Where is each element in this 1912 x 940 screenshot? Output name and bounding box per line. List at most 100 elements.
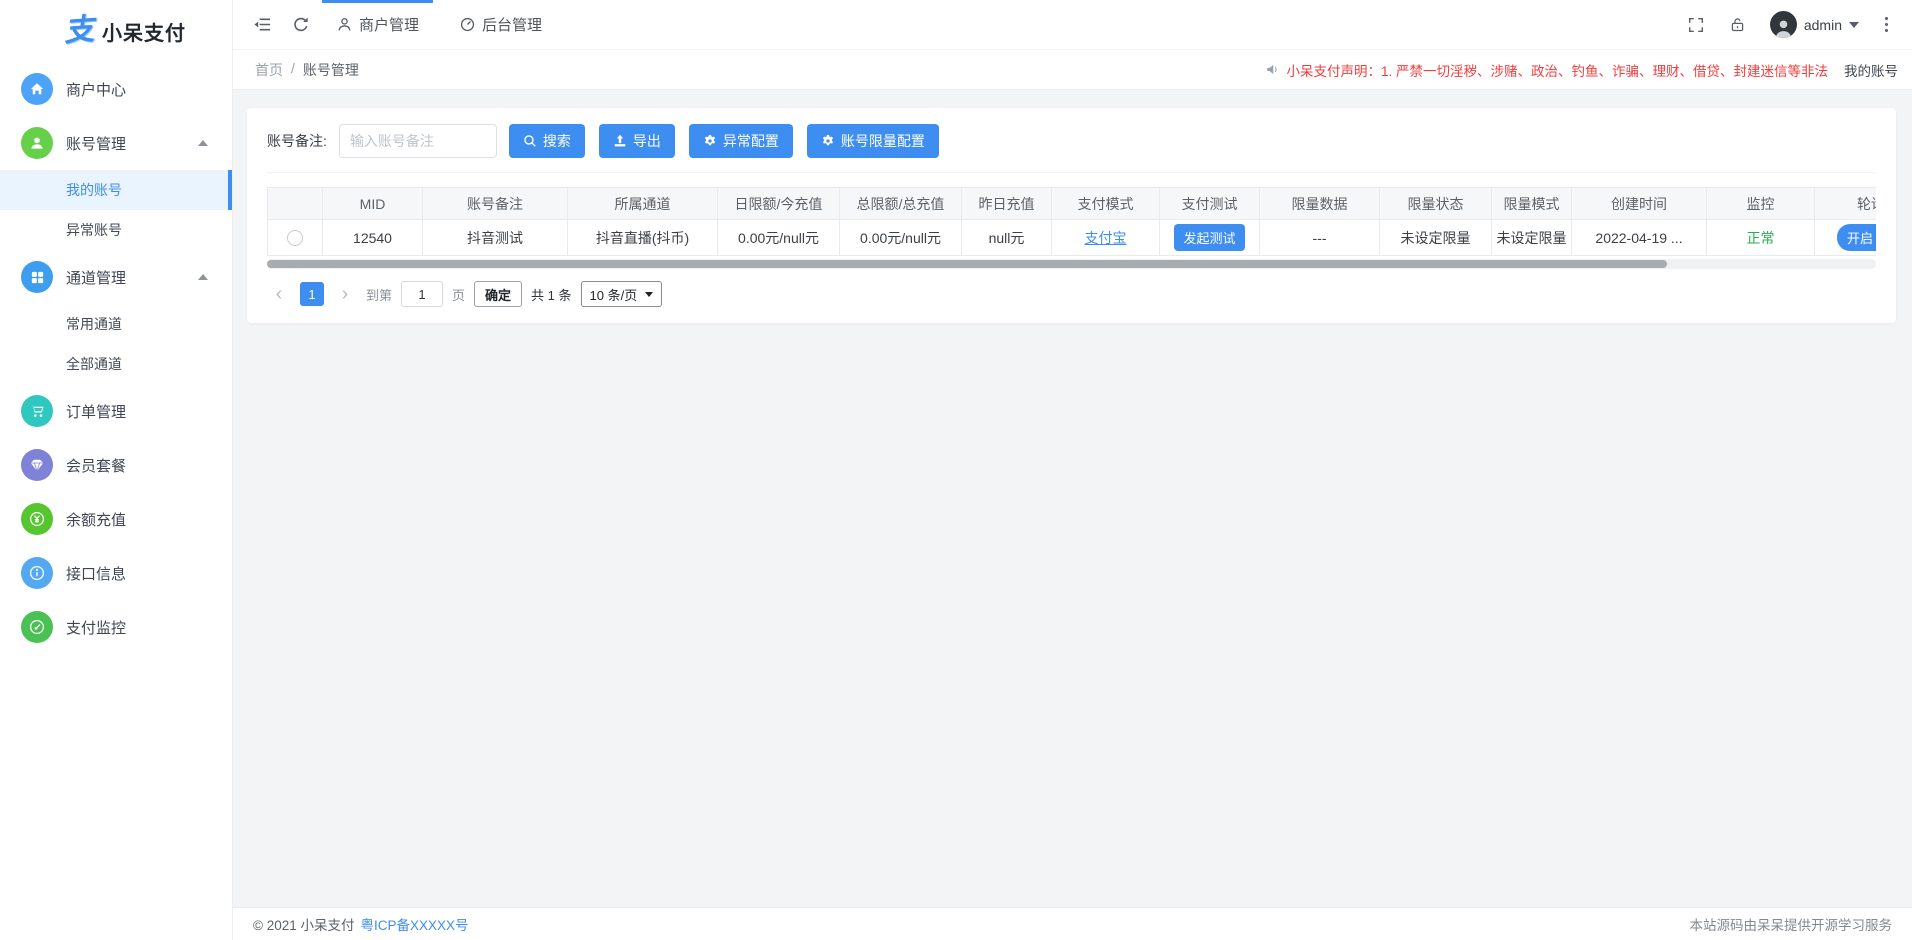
sidebar-item-label: 账号管理: [66, 133, 126, 154]
confirm-page-button[interactable]: 确定: [474, 281, 522, 307]
next-page-button[interactable]: ›: [333, 282, 357, 306]
announcement: 小呆支付声明：1. 严禁一切淫秽、涉赌、政治、钓鱼、诈骗、理财、借贷、封建迷信等…: [1265, 60, 1828, 80]
scrollbar-thumb[interactable]: [267, 260, 1667, 268]
tab-backend-admin[interactable]: 后台管理: [445, 0, 556, 50]
sidebar-item-label: 支付监控: [66, 617, 126, 638]
accounts-table: MID 账号备注 所属通道 日限额/今充值 总限额/总充值 昨日充值 支付模式 …: [267, 187, 1876, 256]
avatar: [1770, 11, 1797, 38]
person-icon: [336, 16, 353, 33]
megaphone-icon: [1265, 62, 1280, 77]
abnormal-config-button[interactable]: 异常配置: [689, 124, 793, 158]
app-title: 小呆支付: [102, 17, 186, 46]
pay-test-button[interactable]: 发起测试: [1174, 224, 1244, 251]
info-icon: [21, 557, 53, 589]
goto-prefix-label: 到第: [366, 285, 392, 304]
tab-label: 商户管理: [359, 14, 419, 35]
col-pay-mode: 支付模式: [1052, 188, 1160, 220]
col-total-limit: 总限额/总充值: [840, 188, 962, 220]
col-created: 创建时间: [1572, 188, 1707, 220]
logo-icon: 支: [63, 15, 95, 47]
sidebar-item-all-channels[interactable]: 全部通道: [0, 344, 232, 384]
cart-icon: [21, 395, 53, 427]
toggle-label: 开启: [1847, 228, 1873, 247]
sidebar-item-member-packages[interactable]: 会员套餐: [0, 438, 232, 492]
user-menu[interactable]: admin: [1770, 11, 1859, 38]
button-label: 账号限量配置: [841, 131, 925, 151]
cell-yesterday: null元: [962, 220, 1052, 256]
cell-limit-data: ---: [1260, 220, 1380, 256]
chevron-up-icon: [198, 274, 208, 280]
gem-icon: [21, 449, 53, 481]
chevron-down-icon: [645, 292, 653, 297]
cell-remark: 抖音测试: [423, 220, 568, 256]
accounts-table-wrapper: MID 账号备注 所属通道 日限额/今充值 总限额/总充值 昨日充值 支付模式 …: [267, 187, 1876, 269]
sidebar-item-channel-mgmt[interactable]: 通道管理: [0, 250, 232, 304]
sidebar-item-merchant-center[interactable]: 商户中心: [0, 62, 232, 116]
footer-note: 本站源码由呆呆提供开源学习服务: [1690, 914, 1893, 934]
export-icon: [613, 134, 627, 148]
sidebar-item-label: 通道管理: [66, 267, 126, 288]
account-limit-config-button[interactable]: 账号限量配置: [807, 124, 939, 158]
breadcrumb: 首页 / 账号管理: [255, 60, 359, 80]
sidebar-item-my-accounts[interactable]: 我的账号: [0, 170, 232, 210]
sidebar-item-abnormal-accounts[interactable]: 异常账号: [0, 210, 232, 250]
search-button[interactable]: 搜索: [509, 124, 585, 158]
col-remark: 账号备注: [423, 188, 568, 220]
filter-row: 账号备注: 搜索 导出 异常配置 账号限量配置: [267, 124, 1876, 173]
footer: © 2021 小呆支付 粤ICP备XXXXX号 本站源码由呆呆提供开源学习服务: [233, 907, 1912, 940]
channels-icon: [21, 261, 53, 293]
cell-total: 0.00元/null元: [840, 220, 962, 256]
search-icon: [523, 134, 537, 148]
col-limit-mode: 限量模式: [1492, 188, 1572, 220]
sidebar-item-order-mgmt[interactable]: 订单管理: [0, 384, 232, 438]
cell-mid: 12540: [323, 220, 423, 256]
button-label: 异常配置: [723, 131, 779, 151]
sidebar-subitem-label: 全部通道: [66, 354, 122, 374]
collapse-sidebar-icon[interactable]: [253, 15, 272, 34]
current-page-tag[interactable]: 我的账号: [1844, 60, 1898, 80]
cell-created: 2022-04-19 ...: [1572, 220, 1707, 256]
cell-limit-status: 未设定限量: [1380, 220, 1492, 256]
sidebar-item-label: 商户中心: [66, 79, 126, 100]
app-logo: 支 小呆支付: [0, 0, 232, 62]
refresh-icon[interactable]: [292, 16, 310, 34]
accounts-card: 账号备注: 搜索 导出 异常配置 账号限量配置: [247, 108, 1896, 323]
main-area: 商户管理 后台管理 admin 首页 /: [233, 0, 1912, 940]
pay-mode-link[interactable]: 支付宝: [1085, 230, 1127, 246]
page-size-select[interactable]: 10 条/页: [581, 281, 663, 307]
col-monitor: 监控: [1707, 188, 1815, 220]
remark-search-input[interactable]: [339, 124, 497, 158]
cell-daily: 0.00元/null元: [718, 220, 840, 256]
polling-toggle[interactable]: 开启: [1837, 224, 1876, 251]
goto-page-input[interactable]: [401, 281, 443, 307]
username-label: admin: [1804, 17, 1842, 33]
more-options-icon[interactable]: [1883, 15, 1890, 34]
tab-merchant-admin[interactable]: 商户管理: [322, 0, 433, 50]
lock-icon[interactable]: [1729, 16, 1746, 33]
top-toolbar: 商户管理 后台管理 admin: [233, 0, 1912, 50]
breadcrumb-home[interactable]: 首页: [255, 60, 283, 80]
cell-channel: 抖音直播(抖币): [568, 220, 718, 256]
sidebar-item-label: 会员套餐: [66, 455, 126, 476]
gear-icon: [821, 134, 835, 148]
sidebar-item-payment-monitor[interactable]: 支付监控: [0, 600, 232, 654]
sidebar-item-account-mgmt[interactable]: 账号管理: [0, 116, 232, 170]
col-limit-status: 限量状态: [1380, 188, 1492, 220]
fullscreen-icon[interactable]: [1687, 16, 1705, 34]
icp-link[interactable]: 粤ICP备XXXXX号: [360, 914, 468, 934]
sidebar-item-api-info[interactable]: 接口信息: [0, 546, 232, 600]
recharge-icon: [21, 503, 53, 535]
table-row: 12540 抖音测试 抖音直播(抖币) 0.00元/null元 0.00元/nu…: [268, 220, 1877, 256]
col-select: [268, 188, 323, 220]
col-mid: MID: [323, 188, 423, 220]
copyright-label: © 2021 小呆支付: [253, 914, 354, 934]
remark-filter-label: 账号备注:: [267, 131, 327, 151]
row-radio[interactable]: [287, 230, 303, 246]
export-button[interactable]: 导出: [599, 124, 675, 158]
home-icon: [21, 73, 53, 105]
page-number-button[interactable]: 1: [300, 282, 324, 306]
sidebar-item-balance-recharge[interactable]: 余额充值: [0, 492, 232, 546]
breadcrumb-bar: 首页 / 账号管理 小呆支付声明：1. 严禁一切淫秽、涉赌、政治、钓鱼、诈骗、理…: [233, 50, 1912, 90]
prev-page-button[interactable]: ‹: [267, 282, 291, 306]
sidebar-item-common-channels[interactable]: 常用通道: [0, 304, 232, 344]
